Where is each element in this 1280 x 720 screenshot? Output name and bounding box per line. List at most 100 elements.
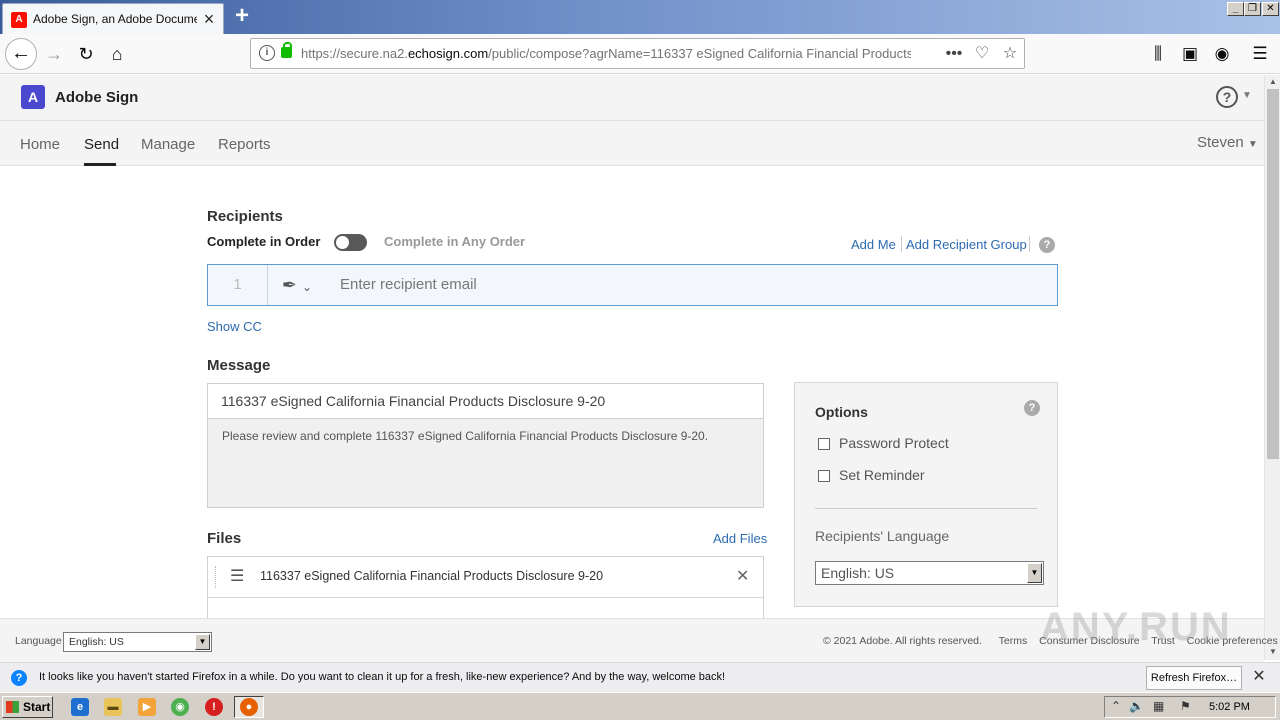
ie-icon[interactable]: e bbox=[71, 698, 89, 716]
add-recipient-group-link[interactable]: Add Recipient Group bbox=[906, 237, 1027, 252]
message-body-input[interactable]: Please review and complete 116337 eSigne… bbox=[222, 429, 708, 443]
tab-close-icon[interactable]: × bbox=[201, 10, 217, 28]
chevron-down-icon[interactable]: ▼ bbox=[1242, 90, 1252, 101]
page-actions-icon[interactable]: ••• bbox=[943, 43, 965, 65]
order-toggle[interactable] bbox=[334, 234, 367, 251]
recipient-email-input[interactable]: Enter recipient email bbox=[340, 276, 477, 293]
window-restore-button[interactable]: ❐ bbox=[1244, 2, 1261, 16]
set-reminder-label[interactable]: Set Reminder bbox=[839, 467, 925, 483]
notification-bar: ? It looks like you haven't started Fire… bbox=[0, 662, 1280, 692]
complete-in-order-label[interactable]: Complete in Order bbox=[207, 234, 320, 249]
password-protect-checkbox[interactable] bbox=[818, 438, 830, 450]
link-divider bbox=[901, 236, 902, 252]
library-icon[interactable]: ⫼ bbox=[1145, 40, 1171, 68]
recipient-order-number: 1 bbox=[208, 265, 268, 305]
help-icon[interactable]: ? bbox=[1216, 86, 1238, 108]
window-minimize-button[interactable]: _ bbox=[1227, 2, 1244, 16]
dropdown-arrow-icon[interactable]: ▼ bbox=[195, 634, 210, 650]
folder-icon[interactable]: ▬ bbox=[104, 698, 122, 716]
add-files-link[interactable]: Add Files bbox=[713, 531, 767, 546]
file-row[interactable]: ☰ 116337 eSigned California Financial Pr… bbox=[208, 557, 763, 598]
recipient-row: 1 ✒ ⌄ Enter recipient email bbox=[207, 264, 1058, 306]
drag-handle-icon[interactable] bbox=[215, 566, 217, 588]
info-icon: ? bbox=[11, 670, 27, 686]
refresh-firefox-button[interactable]: Refresh Firefox… bbox=[1146, 666, 1242, 690]
browser-tab-bar: A Adobe Sign, an Adobe Document Cloud × … bbox=[0, 0, 1280, 34]
flag-icon[interactable]: ⚑ bbox=[1180, 699, 1191, 713]
dropdown-arrow-icon[interactable]: ▼ bbox=[1027, 563, 1042, 583]
firefox-icon: ● bbox=[240, 698, 258, 716]
app-title: Adobe Sign bbox=[55, 89, 139, 106]
antivirus-icon[interactable]: ! bbox=[205, 698, 223, 716]
user-menu[interactable]: Steven ▼ bbox=[1197, 134, 1258, 151]
nav-manage[interactable]: Manage bbox=[141, 136, 195, 153]
adobe-favicon-icon: A bbox=[11, 12, 27, 28]
browser-nav-bar: ← → ↻ ⌂ i https://secure.na2.echosign.co… bbox=[0, 34, 1280, 74]
start-button[interactable]: Start bbox=[2, 696, 53, 718]
signer-role-icon[interactable]: ✒ ⌄ bbox=[268, 265, 326, 305]
url-bar[interactable]: i https://secure.na2.echosign.com/public… bbox=[250, 38, 1025, 69]
chevron-down-icon: ▼ bbox=[1247, 139, 1258, 150]
chrome-icon[interactable]: ◉ bbox=[171, 698, 189, 716]
toggle-knob bbox=[336, 236, 349, 249]
nav-home[interactable]: Home bbox=[20, 136, 60, 153]
terms-link[interactable]: Terms bbox=[999, 635, 1028, 647]
volume-icon[interactable]: 🔈 bbox=[1129, 699, 1144, 713]
copyright-text: © 2021 Adobe. All rights reserved. bbox=[823, 635, 982, 647]
options-panel: Options ? Password Protect Set Reminder … bbox=[794, 382, 1058, 607]
password-protect-label[interactable]: Password Protect bbox=[839, 435, 949, 451]
file-name: 116337 eSigned California Financial Prod… bbox=[260, 569, 604, 583]
files-list: ☰ 116337 eSigned California Financial Pr… bbox=[207, 556, 764, 618]
home-icon[interactable]: ⌂ bbox=[103, 40, 131, 68]
active-tab-indicator bbox=[84, 163, 116, 166]
link-divider bbox=[1029, 236, 1030, 252]
scroll-down-icon[interactable]: ▼ bbox=[1267, 647, 1279, 657]
network-icon[interactable]: ▦ bbox=[1153, 699, 1164, 713]
browser-tab[interactable]: A Adobe Sign, an Adobe Document Cloud × bbox=[2, 3, 224, 34]
windows-flag-icon bbox=[6, 701, 19, 713]
back-arrow-icon[interactable]: ← bbox=[5, 38, 37, 70]
set-reminder-checkbox[interactable] bbox=[818, 470, 830, 482]
new-tab-button[interactable]: + bbox=[232, 4, 252, 28]
options-title: Options bbox=[815, 404, 868, 420]
window-close-button[interactable]: ✕ bbox=[1262, 2, 1279, 16]
help-icon[interactable]: ? bbox=[1024, 400, 1040, 416]
url-text[interactable]: https://secure.na2.echosign.com/public/c… bbox=[301, 46, 911, 61]
help-icon[interactable]: ? bbox=[1039, 237, 1055, 253]
close-icon[interactable]: ✕ bbox=[1250, 668, 1268, 686]
lock-icon bbox=[281, 42, 292, 58]
pocket-icon[interactable]: ♡ bbox=[971, 43, 993, 65]
message-title: Message bbox=[207, 357, 271, 374]
bookmark-star-icon[interactable]: ☆ bbox=[999, 43, 1021, 65]
footer-language-select[interactable]: English: US ▼ bbox=[63, 632, 212, 652]
show-cc-link[interactable]: Show CC bbox=[207, 319, 262, 334]
clock: 5:02 PM bbox=[1209, 701, 1250, 713]
media-player-icon[interactable]: ▶ bbox=[138, 698, 156, 716]
recipients-language-select[interactable]: English: US ▼ bbox=[815, 561, 1044, 585]
footer-language-label: Language bbox=[15, 635, 62, 647]
info-icon[interactable]: i bbox=[259, 45, 275, 61]
complete-any-order-label[interactable]: Complete in Any Order bbox=[384, 234, 525, 249]
firefox-taskbar-button[interactable]: ● bbox=[234, 696, 264, 718]
add-me-link[interactable]: Add Me bbox=[851, 237, 896, 252]
account-icon[interactable]: ◉ bbox=[1209, 40, 1235, 68]
tab-title: Adobe Sign, an Adobe Document Cloud bbox=[33, 12, 197, 26]
reload-icon[interactable]: ↻ bbox=[72, 40, 100, 68]
scroll-up-icon[interactable]: ▲ bbox=[1267, 77, 1279, 87]
tray-expand-icon[interactable]: ⌃ bbox=[1111, 699, 1121, 713]
files-title: Files bbox=[207, 530, 242, 547]
anyrun-watermark: ANY.RUN bbox=[1040, 605, 1232, 649]
scroll-thumb[interactable] bbox=[1267, 89, 1279, 459]
nav-send[interactable]: Send bbox=[84, 136, 119, 153]
sidebar-icon[interactable]: ▣ bbox=[1177, 40, 1203, 68]
forward-arrow-icon[interactable]: → bbox=[40, 40, 68, 68]
recipients-title: Recipients bbox=[207, 208, 283, 225]
recipients-language-label: Recipients' Language bbox=[815, 528, 950, 544]
page-scrollbar[interactable]: ▲ ▼ bbox=[1264, 75, 1280, 660]
message-subject-input[interactable]: 116337 eSigned California Financial Prod… bbox=[208, 384, 763, 419]
adobe-sign-logo-icon[interactable]: A bbox=[21, 85, 45, 109]
message-box: 116337 eSigned California Financial Prod… bbox=[207, 383, 764, 508]
remove-file-icon[interactable]: ✕ bbox=[736, 566, 749, 586]
menu-icon[interactable]: ☰ bbox=[1247, 40, 1273, 68]
nav-reports[interactable]: Reports bbox=[218, 136, 271, 153]
